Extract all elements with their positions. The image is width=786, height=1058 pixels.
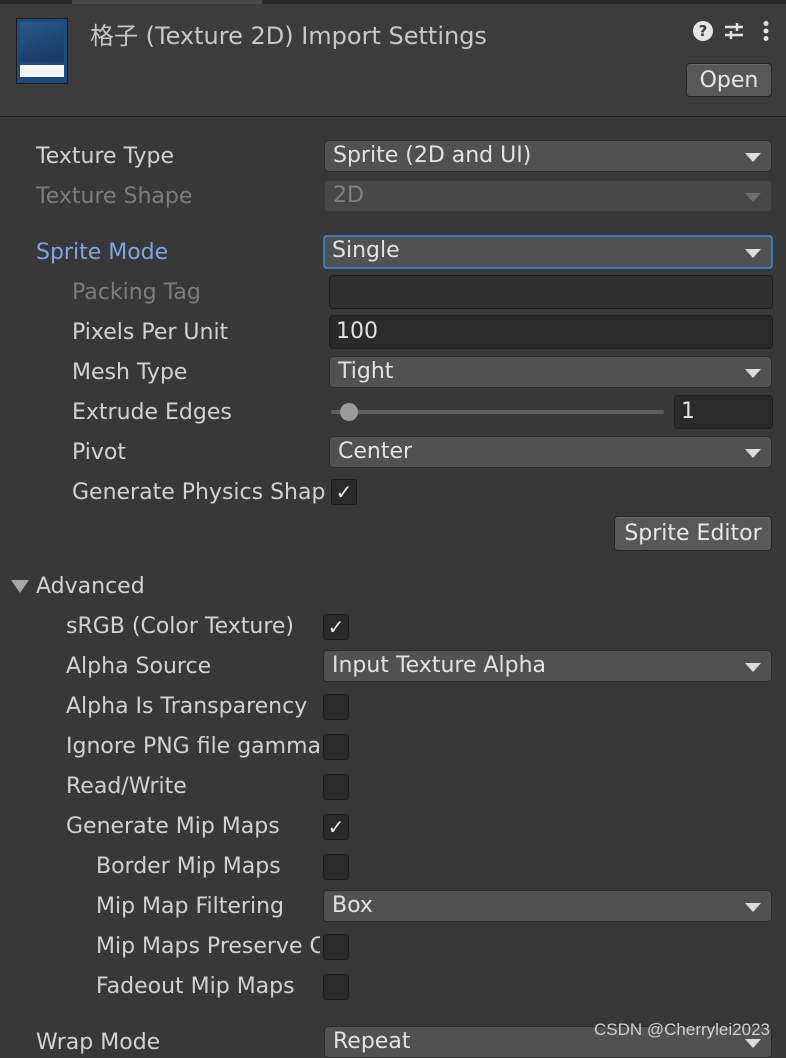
srgb-label: sRGB (Color Texture) xyxy=(66,614,295,639)
chevron-down-icon xyxy=(745,369,761,378)
srgb-checkbox[interactable]: ✓ xyxy=(323,614,349,640)
alpha-is-transparency-checkbox[interactable] xyxy=(323,694,349,720)
texture-type-label: Texture Type xyxy=(36,144,175,169)
texture-preview-thumbnail xyxy=(16,18,68,84)
checkmark-icon: ✓ xyxy=(335,480,353,504)
border-mip-maps-checkbox[interactable] xyxy=(323,854,349,880)
alpha-source-dropdown[interactable]: Input Texture Alpha xyxy=(323,650,772,682)
mip-maps-preserve-label: Mip Maps Preserve Coverage xyxy=(96,934,320,959)
chevron-down-icon xyxy=(745,903,761,912)
texture-shape-value: 2D xyxy=(333,183,364,208)
mip-maps-preserve-checkbox[interactable] xyxy=(323,934,349,960)
extrude-edges-label: Extrude Edges xyxy=(72,400,232,425)
inspector-header: 格子 (Texture 2D) Import Settings ? Open xyxy=(0,0,786,117)
extrude-edges-slider-track[interactable] xyxy=(331,410,664,414)
extrude-edges-slider-thumb[interactable] xyxy=(340,403,358,421)
generate-physics-shape-checkbox[interactable]: ✓ xyxy=(331,479,357,505)
fadeout-mip-maps-checkbox[interactable] xyxy=(323,974,349,1000)
texture-preview-strip xyxy=(20,65,64,77)
wrap-mode-label: Wrap Mode xyxy=(36,1030,161,1055)
chevron-down-icon xyxy=(745,663,761,672)
texture-type-dropdown[interactable]: Sprite (2D and UI) xyxy=(324,140,772,172)
read-write-label: Read/Write xyxy=(66,774,187,799)
help-icon[interactable]: ? xyxy=(690,18,716,44)
tab-strip xyxy=(0,0,786,4)
packing-tag-field[interactable] xyxy=(329,275,773,309)
mesh-type-dropdown[interactable]: Tight xyxy=(329,356,772,388)
mesh-type-value: Tight xyxy=(338,359,394,384)
pixels-per-unit-label: Pixels Per Unit xyxy=(72,320,229,345)
fadeout-mip-maps-label: Fadeout Mip Maps xyxy=(96,974,295,999)
pivot-dropdown[interactable]: Center xyxy=(329,436,772,468)
alpha-source-value: Input Texture Alpha xyxy=(332,653,547,678)
advanced-foldout-label[interactable]: Advanced xyxy=(36,572,236,602)
ignore-png-gamma-label: Ignore PNG file gamma xyxy=(66,734,320,759)
sprite-mode-value: Single xyxy=(332,238,400,263)
alpha-source-label: Alpha Source xyxy=(66,654,212,679)
texture-preview-image xyxy=(20,22,64,62)
texture-type-value: Sprite (2D and UI) xyxy=(333,143,532,168)
watermark: CSDN @Cherrylei2023 xyxy=(594,1020,770,1039)
sprite-editor-button[interactable]: Sprite Editor xyxy=(614,516,772,551)
chevron-down-icon xyxy=(745,153,761,162)
chevron-down-icon xyxy=(745,193,761,202)
open-button[interactable]: Open xyxy=(686,63,772,97)
pixels-per-unit-field[interactable]: 100 xyxy=(329,315,773,349)
read-write-checkbox[interactable] xyxy=(323,774,349,800)
foldout-triangle-icon[interactable] xyxy=(11,580,29,593)
checkmark-icon: ✓ xyxy=(327,615,345,639)
kebab-menu-icon[interactable] xyxy=(753,18,779,44)
mip-map-filtering-value: Box xyxy=(332,893,373,918)
inspector-tab[interactable] xyxy=(72,0,262,4)
packing-tag-label: Packing Tag xyxy=(72,280,201,305)
wrap-mode-value: Repeat xyxy=(333,1029,411,1054)
page-title: 格子 (Texture 2D) Import Settings xyxy=(90,22,487,50)
mesh-type-label: Mesh Type xyxy=(72,360,188,385)
chevron-down-icon xyxy=(745,249,761,258)
texture-shape-dropdown: 2D xyxy=(324,180,772,212)
mip-map-filtering-dropdown[interactable]: Box xyxy=(323,890,772,922)
presets-sliders-icon[interactable] xyxy=(721,18,747,44)
mip-map-filtering-label: Mip Map Filtering xyxy=(96,894,284,919)
generate-mip-maps-label: Generate Mip Maps xyxy=(66,814,280,839)
extrude-edges-field[interactable]: 1 xyxy=(674,395,773,429)
alpha-is-transparency-label: Alpha Is Transparency xyxy=(66,694,308,719)
sprite-mode-label: Sprite Mode xyxy=(36,240,169,265)
border-mip-maps-label: Border Mip Maps xyxy=(96,854,281,879)
ignore-png-gamma-checkbox[interactable] xyxy=(323,734,349,760)
pivot-value: Center xyxy=(338,439,413,464)
checkmark-icon: ✓ xyxy=(327,815,345,839)
generate-mip-maps-checkbox[interactable]: ✓ xyxy=(323,814,349,840)
pivot-label: Pivot xyxy=(72,440,127,465)
chevron-down-icon xyxy=(745,1039,761,1048)
generate-physics-shape-label: Generate Physics Shap xyxy=(72,480,326,505)
sprite-mode-dropdown[interactable]: Single xyxy=(323,235,773,269)
chevron-down-icon xyxy=(745,449,761,458)
texture-shape-label: Texture Shape xyxy=(36,184,193,209)
